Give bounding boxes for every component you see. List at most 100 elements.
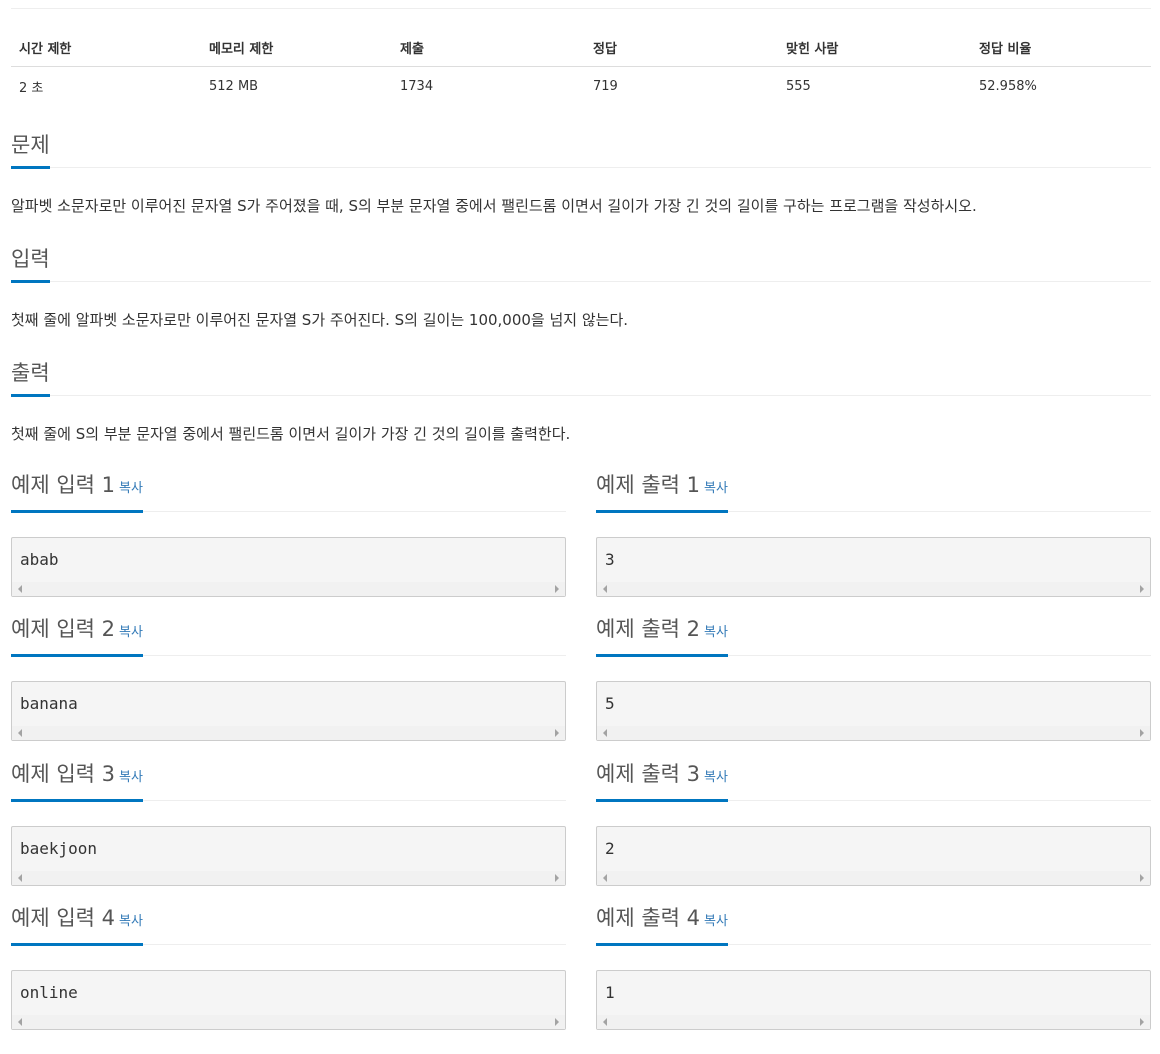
- sample-output-1-title: 예제 출력 1 복사: [596, 472, 728, 513]
- horizontal-scrollbar[interactable]: [597, 1015, 1150, 1029]
- scroll-right-icon[interactable]: [1140, 585, 1144, 593]
- horizontal-scrollbar[interactable]: [597, 582, 1150, 596]
- sample-output-3-box[interactable]: 2: [596, 826, 1151, 886]
- sample-input-4-value: online: [20, 983, 78, 1002]
- sample-input-4-title: 예제 입력 4 복사: [11, 905, 143, 946]
- sample-input-3-header: 예제 입력 3 복사: [11, 757, 566, 802]
- scroll-left-icon[interactable]: [18, 1018, 22, 1026]
- top-divider: [11, 0, 1151, 9]
- horizontal-scrollbar[interactable]: [597, 871, 1150, 885]
- sample-input-1-value: abab: [20, 550, 59, 569]
- scroll-left-icon[interactable]: [603, 729, 607, 737]
- info-header-row: 시간 제한 메모리 제한 제출 정답 맞힌 사람 정답 비율: [11, 30, 1151, 67]
- output-title: 출력: [11, 360, 50, 397]
- horizontal-scrollbar[interactable]: [597, 726, 1150, 740]
- sample-output-4-label: 예제 출력 4: [596, 906, 700, 930]
- header-memory-limit: 메모리 제한: [201, 30, 392, 67]
- sample-output-1: 예제 출력 1 복사 3: [596, 468, 1151, 597]
- scroll-left-icon[interactable]: [603, 1018, 607, 1026]
- copy-button[interactable]: 복사: [119, 625, 143, 640]
- sample-output-1-box[interactable]: 3: [596, 537, 1151, 597]
- sample-input-4: 예제 입력 4 복사 online: [11, 901, 566, 1030]
- header-submissions: 제출: [392, 30, 585, 67]
- copy-button[interactable]: 복사: [704, 770, 728, 785]
- copy-button[interactable]: 복사: [704, 625, 728, 640]
- scroll-right-icon[interactable]: [1140, 1018, 1144, 1026]
- sample-output-2: 예제 출력 2 복사 5: [596, 612, 1151, 741]
- sample-input-2-header: 예제 입력 2 복사: [11, 612, 566, 657]
- copy-button[interactable]: 복사: [119, 770, 143, 785]
- sample-output-3-header: 예제 출력 3 복사: [596, 757, 1151, 802]
- sample-input-1: 예제 입력 1 복사 abab: [11, 468, 566, 597]
- sample-input-1-title: 예제 입력 1 복사: [11, 472, 143, 513]
- output-section: 출력 첫째 줄에 S의 부분 문자열 중에서 팰린드롬 이면서 길이가 가장 긴…: [11, 359, 1151, 444]
- problem-header: 문제: [11, 131, 1151, 169]
- info-value-row: 2 초 512 MB 1734 719 555 52.958%: [11, 67, 1151, 103]
- scroll-left-icon[interactable]: [603, 874, 607, 882]
- sample-output-3-value: 2: [605, 839, 615, 858]
- scroll-left-icon[interactable]: [18, 585, 22, 593]
- sample-output-1-value: 3: [605, 550, 615, 569]
- input-title: 입력: [11, 246, 50, 283]
- sample-output-2-label: 예제 출력 2: [596, 617, 700, 641]
- header-time-limit: 시간 제한: [11, 30, 201, 67]
- scroll-left-icon[interactable]: [603, 585, 607, 593]
- input-header: 입력: [11, 245, 1151, 283]
- sample-input-3-label: 예제 입력 3: [11, 762, 115, 786]
- problem-info-table: 시간 제한 메모리 제한 제출 정답 맞힌 사람 정답 비율 2 초 512 M…: [11, 30, 1151, 102]
- header-accepted: 정답: [585, 30, 778, 67]
- sample-output-1-header: 예제 출력 1 복사: [596, 468, 1151, 513]
- sample-output-2-value: 5: [605, 694, 615, 713]
- scroll-right-icon[interactable]: [1140, 729, 1144, 737]
- value-time-limit: 2 초: [19, 81, 44, 96]
- horizontal-scrollbar[interactable]: [12, 1015, 565, 1029]
- scroll-right-icon[interactable]: [555, 729, 559, 737]
- value-accepted: 719: [593, 79, 618, 94]
- sample-output-3-label: 예제 출력 3: [596, 762, 700, 786]
- scroll-right-icon[interactable]: [555, 874, 559, 882]
- copy-button[interactable]: 복사: [119, 914, 143, 929]
- sample-input-2: 예제 입력 2 복사 banana: [11, 612, 566, 741]
- copy-button[interactable]: 복사: [704, 914, 728, 929]
- sample-input-4-label: 예제 입력 4: [11, 906, 115, 930]
- horizontal-scrollbar[interactable]: [12, 871, 565, 885]
- sample-input-1-header: 예제 입력 1 복사: [11, 468, 566, 513]
- sample-output-1-label: 예제 출력 1: [596, 473, 700, 497]
- sample-input-3-box[interactable]: baekjoon: [11, 826, 566, 886]
- scroll-left-icon[interactable]: [18, 874, 22, 882]
- problem-title: 문제: [11, 132, 50, 169]
- sample-output-2-title: 예제 출력 2 복사: [596, 616, 728, 657]
- horizontal-scrollbar[interactable]: [12, 726, 565, 740]
- sample-input-3-title: 예제 입력 3 복사: [11, 761, 143, 802]
- value-submissions: 1734: [400, 79, 434, 94]
- copy-button[interactable]: 복사: [119, 481, 143, 496]
- sample-input-4-header: 예제 입력 4 복사: [11, 901, 566, 946]
- sample-output-2-box[interactable]: 5: [596, 681, 1151, 741]
- sample-output-4-value: 1: [605, 983, 615, 1002]
- sample-input-2-box[interactable]: banana: [11, 681, 566, 741]
- value-memory-limit: 512 MB: [209, 79, 259, 94]
- header-accept-ratio: 정답 비율: [971, 30, 1151, 67]
- problem-page: 시간 제한 메모리 제한 제출 정답 맞힌 사람 정답 비율 2 초 512 M…: [11, 0, 1151, 1030]
- sample-output-4-box[interactable]: 1: [596, 970, 1151, 1030]
- sample-input-4-box[interactable]: online: [11, 970, 566, 1030]
- copy-button[interactable]: 복사: [704, 481, 728, 496]
- sample-output-4: 예제 출력 4 복사 1: [596, 901, 1151, 1030]
- input-description: 첫째 줄에 알파벳 소문자로만 이루어진 문자열 S가 주어진다. S의 길이는…: [11, 311, 629, 329]
- output-header: 출력: [11, 359, 1151, 397]
- scroll-right-icon[interactable]: [1140, 874, 1144, 882]
- sample-input-1-label: 예제 입력 1: [11, 473, 115, 497]
- sample-input-2-label: 예제 입력 2: [11, 617, 115, 641]
- sample-output-3-title: 예제 출력 3 복사: [596, 761, 728, 802]
- scroll-left-icon[interactable]: [18, 729, 22, 737]
- sample-output-4-title: 예제 출력 4 복사: [596, 905, 728, 946]
- sample-input-1-box[interactable]: abab: [11, 537, 566, 597]
- scroll-right-icon[interactable]: [555, 1018, 559, 1026]
- sample-output-2-header: 예제 출력 2 복사: [596, 612, 1151, 657]
- sample-input-3: 예제 입력 3 복사 baekjoon: [11, 757, 566, 886]
- scroll-right-icon[interactable]: [555, 585, 559, 593]
- input-section: 입력 첫째 줄에 알파벳 소문자로만 이루어진 문자열 S가 주어진다. S의 …: [11, 245, 1151, 330]
- sample-output-3: 예제 출력 3 복사 2: [596, 757, 1151, 886]
- problem-section: 문제 알파벳 소문자로만 이루어진 문자열 S가 주어졌을 때, S의 부분 문…: [11, 131, 1151, 216]
- horizontal-scrollbar[interactable]: [12, 582, 565, 596]
